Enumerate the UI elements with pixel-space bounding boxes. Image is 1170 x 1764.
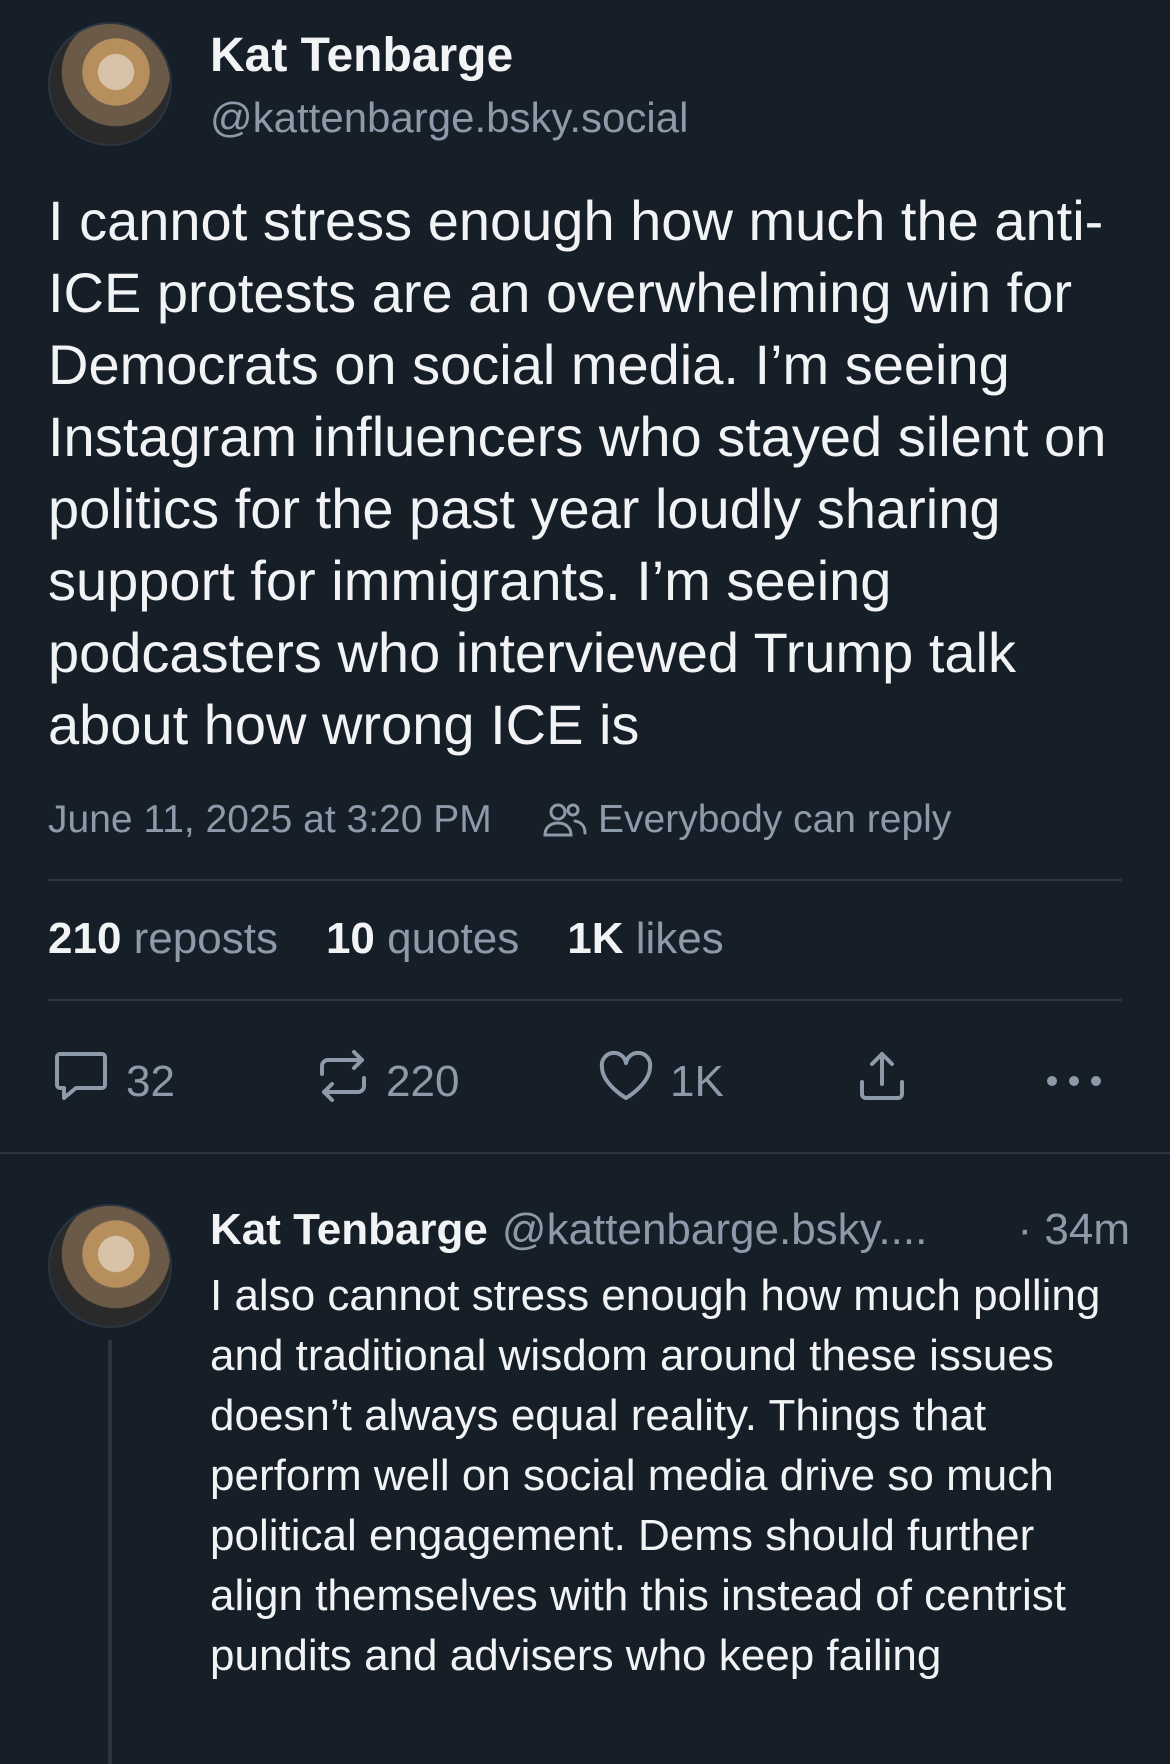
divider-top <box>48 879 1122 881</box>
heart-icon <box>596 1048 656 1115</box>
author-handle[interactable]: @kattenbarge.bsky.social <box>210 94 688 142</box>
reply-author-handle[interactable]: @kattenbarge.bsky.... <box>502 1205 927 1255</box>
reply-count: 32 <box>126 1056 175 1106</box>
likes-count: 1K <box>567 914 624 963</box>
quotes-label: quotes <box>387 914 520 963</box>
reply-time[interactable]: · 34m <box>1018 1205 1130 1255</box>
repost-arrows-icon <box>314 1048 372 1115</box>
reply-author-avatar[interactable] <box>48 1204 172 1328</box>
post-text: I cannot stress enough how much the anti… <box>48 189 1107 756</box>
thread-line <box>108 1340 112 1764</box>
likes-label: likes <box>635 914 724 963</box>
more-options-button[interactable] <box>1044 1058 1104 1108</box>
people-icon <box>542 800 588 840</box>
reply-button[interactable]: 32 <box>52 1048 175 1115</box>
thread-separator <box>0 1152 1170 1154</box>
repost-count: 220 <box>386 1056 460 1106</box>
reply-setting[interactable]: Everybody can reply <box>542 798 951 842</box>
reposts-stat[interactable]: 210 reposts <box>48 914 278 964</box>
reply-author-name[interactable]: Kat Tenbarge <box>210 1205 488 1255</box>
reply-setting-label: Everybody can reply <box>598 798 952 841</box>
share-icon <box>854 1048 910 1115</box>
quotes-stat[interactable]: 10 quotes <box>326 914 519 964</box>
reply-header: Kat Tenbarge @kattenbarge.bsky.... · 34m <box>210 1205 1130 1255</box>
reply-text: I also cannot stress enough how much pol… <box>210 1271 1101 1680</box>
divider-bottom <box>48 999 1122 1001</box>
reposts-label: reposts <box>133 914 278 963</box>
reposts-count: 210 <box>48 914 122 963</box>
like-count: 1K <box>670 1056 724 1106</box>
stats-row: 210 reposts 10 quotes 1K likes <box>48 914 724 964</box>
repost-button[interactable]: 220 <box>314 1048 459 1115</box>
ellipsis-icon <box>1044 1058 1104 1108</box>
likes-stat[interactable]: 1K likes <box>567 914 724 964</box>
share-button[interactable] <box>854 1048 910 1115</box>
author-avatar[interactable] <box>48 22 172 146</box>
post-timestamp[interactable]: June 11, 2025 at 3:20 PM <box>48 798 492 842</box>
author-name[interactable]: Kat Tenbarge <box>210 28 513 83</box>
speech-bubble-icon <box>52 1048 110 1115</box>
like-button[interactable]: 1K <box>596 1048 724 1115</box>
quotes-count: 10 <box>325 914 375 963</box>
